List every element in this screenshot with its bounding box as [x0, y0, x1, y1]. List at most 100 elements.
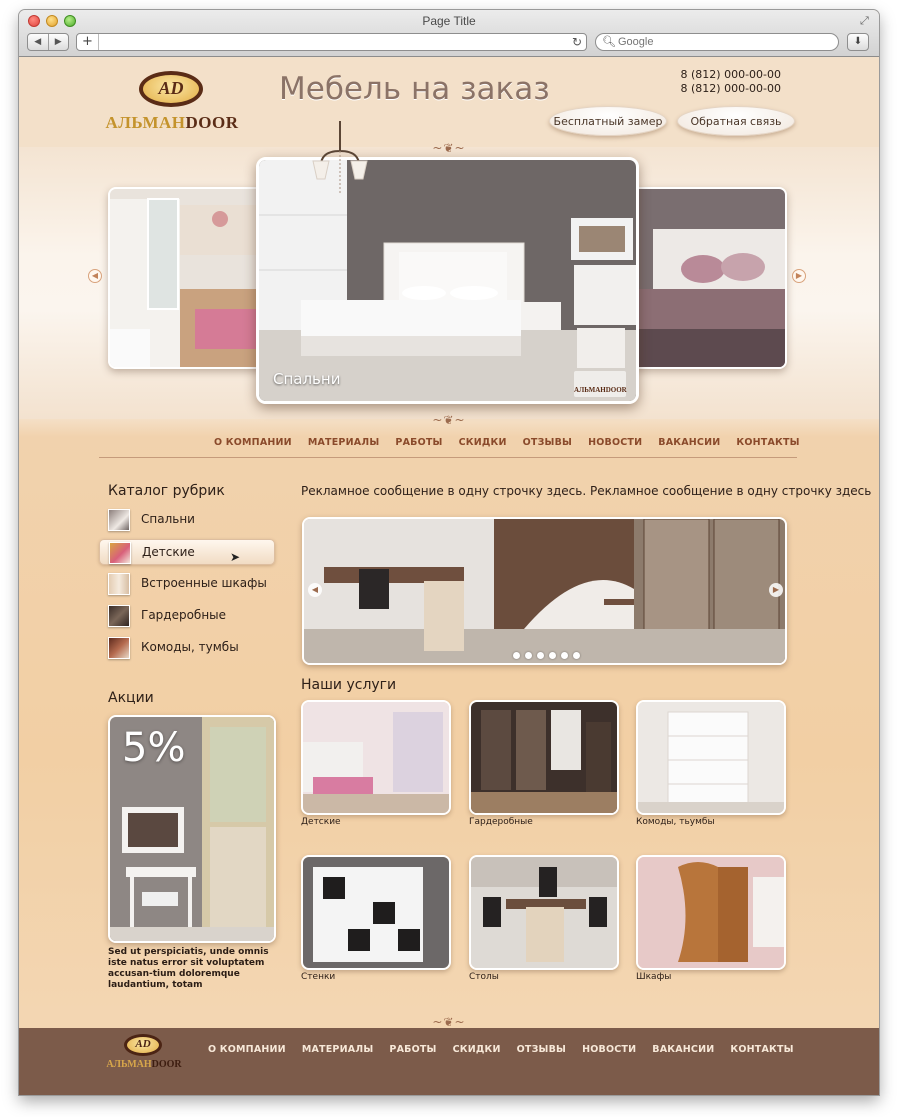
search-field[interactable]: 🔍︎ [595, 33, 839, 51]
web-page: AD АЛЬМАНDOOR Мебель на заказ 8 (812) 00… [19, 57, 879, 1095]
reload-icon[interactable]: ↻ [572, 34, 582, 50]
catalog-item-dressers[interactable]: Комоды, тумбы [99, 635, 275, 661]
slider-prev-arrow[interactable]: ◀ [88, 269, 102, 283]
header-ornament: ~❦~ [432, 141, 466, 155]
footer-menu-item-materials[interactable]: МАТЕРИАЛЫ [294, 1044, 382, 1055]
catalog-thumbnail [108, 573, 130, 595]
promo-percent: 5% [122, 725, 186, 771]
menu-divider [99, 457, 797, 458]
footer-logo-part1: АЛЬМАН [106, 1059, 152, 1070]
carousel-dot[interactable] [513, 652, 520, 659]
footer-menu-item-contacts[interactable]: КОНТАКТЫ [722, 1044, 801, 1055]
catalog-thumbnail [108, 509, 130, 531]
service-caption: Шкафы [636, 972, 672, 982]
phone-numbers: 8 (812) 000-00-00 8 (812) 000-00-00 [669, 68, 782, 96]
service-image [301, 700, 451, 815]
catalog-item-label: Детские [142, 545, 195, 559]
footer-menu-item-news[interactable]: НОВОСТИ [574, 1044, 644, 1055]
logo-text-part2: DOOR [185, 113, 239, 132]
service-image [636, 700, 786, 815]
ad-message: Рекламное сообщение в одну строчку здесь… [301, 484, 872, 498]
logo-text: АЛЬМАНDOOR [99, 113, 245, 133]
footer-menu-item-reviews[interactable]: ОТЗЫВЫ [509, 1044, 574, 1055]
menu-item-about[interactable]: О КОМПАНИИ [206, 437, 300, 448]
catalog-item-kids[interactable]: Детские [99, 539, 275, 565]
catalog-item-dressing-rooms[interactable]: Гардеробные [99, 603, 275, 629]
carousel-pagination [513, 652, 580, 659]
main-menu: О КОМПАНИИ МАТЕРИАЛЫ РАБОТЫ СКИДКИ ОТЗЫВ… [206, 437, 808, 448]
catalog-thumbnail [108, 605, 130, 627]
phone-number: 8 (812) 000-00-00 [680, 68, 782, 81]
slide-caption: Спальни [273, 370, 341, 388]
slide-watermark-logo: АЛЬМАНDOOR [574, 371, 627, 397]
promo-title: Акции [108, 690, 154, 706]
footer-logo[interactable]: AD АЛЬМАНDOOR [99, 1034, 189, 1074]
menu-item-reviews[interactable]: ОТЗЫВЫ [515, 437, 580, 448]
service-card-dressing-rooms[interactable]: Гардеробные [469, 700, 619, 827]
menu-item-vacancies[interactable]: ВАКАНСИИ [650, 437, 728, 448]
chandelier-decoration [309, 121, 371, 201]
footer-logo-emblem: AD [124, 1034, 162, 1056]
footer-logo-mark: AD [135, 1038, 151, 1050]
carousel-dot[interactable] [561, 652, 568, 659]
carousel-dot[interactable] [525, 652, 532, 659]
menu-item-news[interactable]: НОВОСТИ [580, 437, 650, 448]
service-caption: Стенки [301, 972, 336, 982]
address-bar[interactable]: + ↻ [76, 33, 587, 51]
slide-next-image[interactable] [631, 187, 787, 369]
service-card-wardrobes[interactable]: Шкафы [636, 855, 786, 982]
carousel-dot[interactable] [573, 652, 580, 659]
logo-mark: AD [158, 78, 184, 98]
menu-item-contacts[interactable]: КОНТАКТЫ [728, 437, 807, 448]
carousel-next-arrow[interactable]: ▶ [769, 583, 783, 597]
carousel-dot[interactable] [537, 652, 544, 659]
footer-menu-item-vacancies[interactable]: ВАКАНСИИ [644, 1044, 722, 1055]
footer-menu-item-about[interactable]: О КОМПАНИИ [200, 1044, 294, 1055]
menu-item-works[interactable]: РАБОТЫ [387, 437, 450, 448]
footer-menu-item-works[interactable]: РАБОТЫ [381, 1044, 444, 1055]
promo-text: Sed ut perspiciatis, unde omnis iste nat… [108, 947, 269, 990]
forward-icon[interactable]: ▶ [47, 34, 69, 50]
add-bookmark-icon[interactable]: + [77, 34, 99, 50]
fullscreen-icon[interactable]: ⤢ [860, 15, 872, 27]
catalog-thumbnail [109, 542, 131, 564]
search-input[interactable] [618, 35, 828, 49]
catalog-item-label: Комоды, тумбы [141, 640, 239, 654]
feedback-button[interactable]: Обратная связь [677, 106, 795, 136]
catalog-item-label: Гардеробные [141, 608, 227, 622]
site-logo[interactable]: AD АЛЬМАНDOOR [99, 71, 245, 133]
catalog-item-bedrooms[interactable]: Спальни [99, 507, 275, 533]
downloads-icon[interactable]: ⬇ [847, 33, 869, 51]
site-footer: AD АЛЬМАНDOOR О КОМПАНИИ МАТЕРИАЛЫ РАБОТ… [19, 1028, 879, 1095]
menu-item-discounts[interactable]: СКИДКИ [451, 437, 515, 448]
service-image [301, 855, 451, 970]
back-forward-buttons: ◀ ▶ [27, 33, 69, 51]
promo-banner[interactable]: 5% [108, 715, 276, 943]
footer-logo-part2: DOOR [151, 1059, 182, 1070]
footer-menu: О КОМПАНИИ МАТЕРИАЛЫ РАБОТЫ СКИДКИ ОТЗЫВ… [200, 1044, 802, 1055]
site-title: Мебель на заказ [279, 71, 550, 107]
service-card-kids[interactable]: Детские [301, 700, 451, 827]
carousel-prev-arrow[interactable]: ◀ [308, 583, 322, 597]
carousel-dot[interactable] [549, 652, 556, 659]
back-icon[interactable]: ◀ [28, 34, 48, 50]
service-caption: Комоды, тьумбы [636, 817, 715, 827]
service-card-wall-units[interactable]: Стенки [301, 855, 451, 982]
browser-window: Page Title ⤢ ◀ ▶ + ↻ 🔍︎ ⬇ AD АЛЬМАНDOOR … [19, 10, 879, 1095]
menu-ornament: ~❦~ [432, 413, 466, 427]
menu-item-materials[interactable]: МАТЕРИАЛЫ [300, 437, 388, 448]
service-card-dressers[interactable]: Комоды, тьумбы [636, 700, 786, 827]
catalog-thumbnail [108, 637, 130, 659]
window-title: Page Title [422, 14, 476, 28]
footer-ornament: ~❦~ [432, 1015, 466, 1029]
service-card-tables[interactable]: Столы [469, 855, 619, 982]
service-caption: Детские [301, 817, 341, 827]
slide-prev-image[interactable] [108, 187, 266, 369]
office-carousel[interactable]: ◀ ▶ [302, 517, 787, 665]
slider-next-arrow[interactable]: ▶ [792, 269, 806, 283]
free-measurement-button[interactable]: Бесплатный замер [549, 106, 667, 136]
footer-menu-item-discounts[interactable]: СКИДКИ [445, 1044, 509, 1055]
catalog-title: Каталог рубрик [108, 483, 225, 499]
service-caption: Столы [469, 972, 499, 982]
catalog-item-built-in-wardrobes[interactable]: Встроенные шкафы [99, 571, 275, 597]
